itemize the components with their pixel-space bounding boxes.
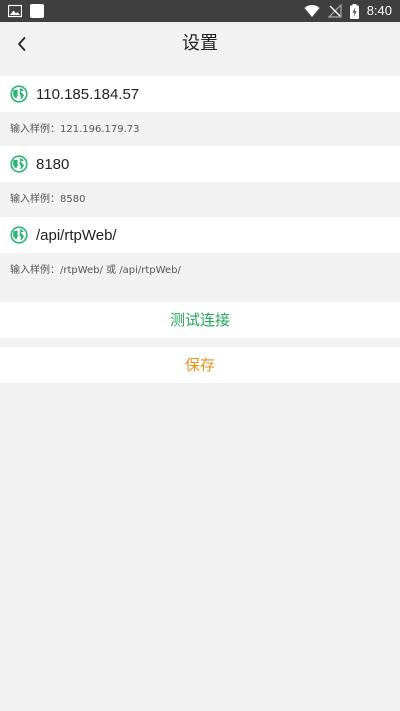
notification-square-icon [30,4,44,18]
path-input[interactable] [36,217,386,253]
host-input[interactable] [36,76,386,112]
image-icon [8,4,22,18]
globe-icon [10,155,28,173]
host-field-row [0,76,400,112]
wifi-icon [304,5,320,18]
test-connection-button[interactable]: 测试连接 [0,302,400,338]
status-bar: 8:40 [0,0,400,22]
app-bar: 设置 [0,22,400,66]
path-field-row [0,217,400,253]
host-hint: 输入样例：121.196.179.73 [10,124,140,135]
path-hint: 输入样例：/rtpWeb/ 或 /api/rtpWeb/ [10,265,181,276]
port-input[interactable] [36,146,386,182]
battery-charging-icon [349,3,359,19]
signal-off-icon [327,4,342,18]
save-button[interactable]: 保存 [0,347,400,383]
port-hint: 输入样例：8580 [10,194,86,205]
globe-icon [10,226,28,244]
status-time: 8:40 [366,3,392,18]
globe-icon [10,85,28,103]
page-title: 设置 [182,33,218,54]
port-field-row [0,146,400,182]
